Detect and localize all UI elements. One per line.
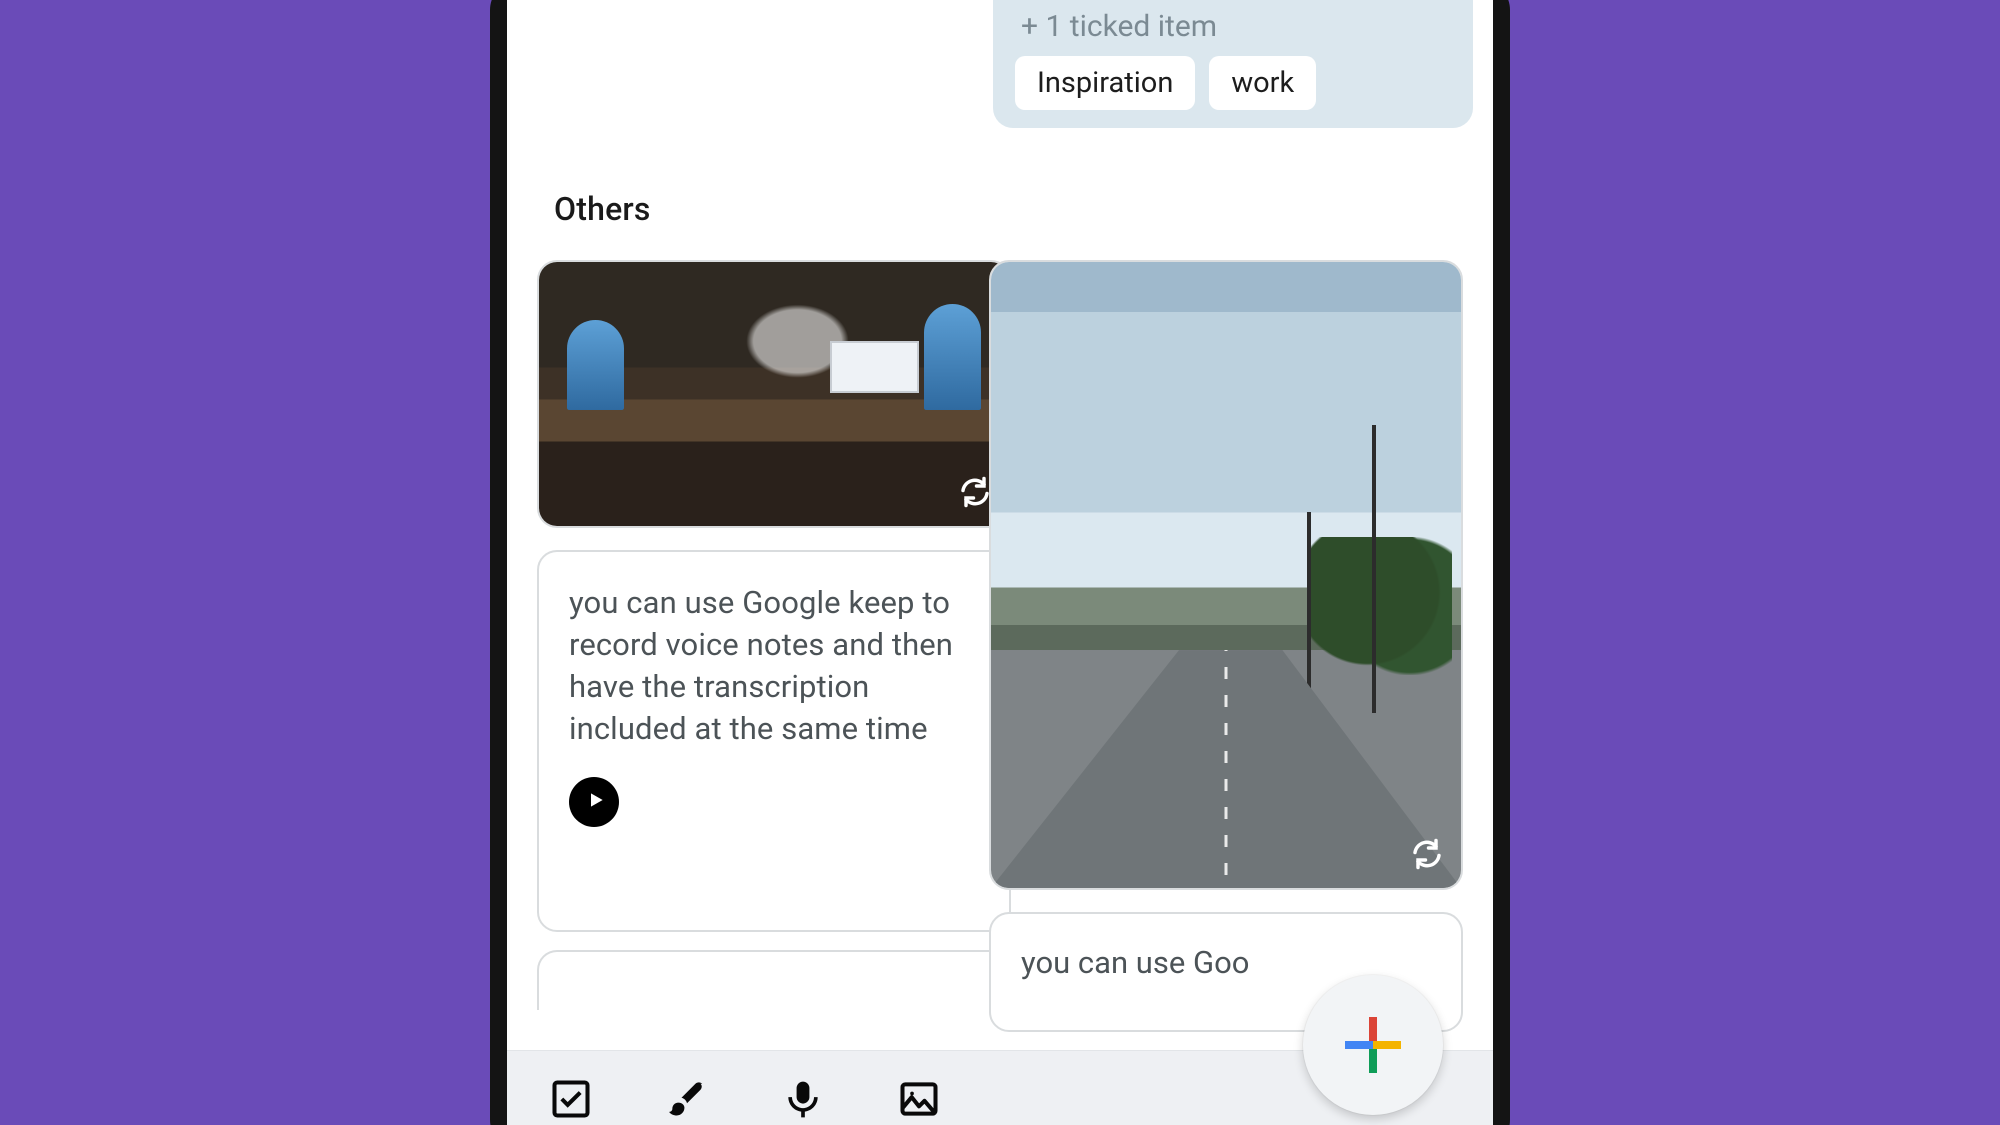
road-photo-lamp bbox=[1307, 512, 1311, 687]
stage: + 1 ticked item Inspiration work Others bbox=[0, 0, 2000, 1125]
brush-icon bbox=[665, 1106, 709, 1125]
tag-inspiration[interactable]: Inspiration bbox=[1015, 56, 1195, 110]
church-photo-detail bbox=[830, 341, 919, 393]
ticked-item-summary: + 1 ticked item bbox=[1021, 9, 1451, 44]
road-photo bbox=[991, 262, 1461, 888]
tag-work[interactable]: work bbox=[1209, 56, 1316, 110]
road-photo-lamp bbox=[1372, 425, 1376, 713]
checkbox-icon bbox=[549, 1106, 593, 1125]
phone-frame: + 1 ticked item Inspiration work Others bbox=[490, 0, 1510, 1125]
pinned-note-card[interactable]: + 1 ticked item Inspiration work bbox=[993, 0, 1473, 128]
google-plus-icon bbox=[1345, 1017, 1401, 1073]
sync-icon bbox=[1407, 834, 1447, 874]
section-header-others: Others bbox=[554, 190, 651, 228]
fab-container bbox=[1303, 975, 1453, 1125]
new-voice-note-button[interactable] bbox=[781, 1077, 825, 1125]
play-button[interactable] bbox=[569, 777, 619, 827]
voice-note-text: you can use Google keep to record voice … bbox=[569, 582, 979, 749]
road-photo-trees bbox=[1311, 537, 1452, 675]
note-voice-transcription[interactable]: you can use Google keep to record voice … bbox=[537, 550, 1011, 932]
app-screen: + 1 ticked item Inspiration work Others bbox=[507, 0, 1493, 1125]
note-image-church[interactable] bbox=[537, 260, 1011, 528]
new-checklist-button[interactable] bbox=[549, 1077, 593, 1125]
create-note-fab[interactable] bbox=[1303, 975, 1443, 1115]
image-icon bbox=[897, 1106, 941, 1125]
new-photo-note-button[interactable] bbox=[897, 1077, 941, 1125]
note-image-road[interactable] bbox=[989, 260, 1463, 890]
play-icon bbox=[583, 790, 606, 814]
road-photo-lane bbox=[1225, 650, 1228, 875]
new-drawing-button[interactable] bbox=[665, 1077, 709, 1125]
church-photo bbox=[539, 262, 1009, 526]
mic-icon bbox=[781, 1106, 825, 1125]
tag-row: Inspiration work bbox=[1015, 56, 1451, 110]
note-partial-left[interactable] bbox=[537, 950, 1011, 1010]
